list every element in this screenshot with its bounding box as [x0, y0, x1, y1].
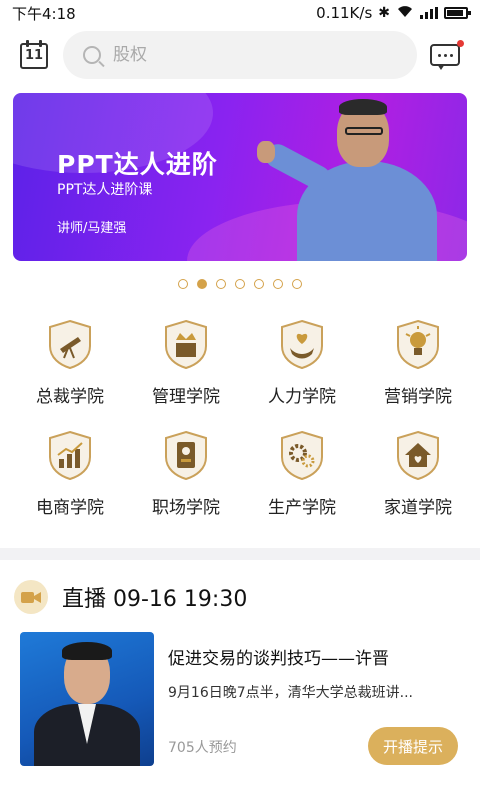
top-header: 11 [0, 30, 480, 82]
remind-button[interactable]: 开播提示 [368, 727, 458, 765]
signal-icon [420, 7, 438, 19]
course-thumbnail [20, 632, 154, 766]
category-label: 营销学院 [384, 387, 452, 407]
course-title: 促进交易的谈判技巧——许晋 [168, 649, 389, 669]
subscriber-count: 705人预约 [168, 740, 237, 756]
search-input[interactable] [113, 45, 373, 65]
carousel-indicator [0, 279, 480, 289]
calendar-button[interactable]: 11 [20, 40, 50, 70]
banner-title: PPT达人进阶 [57, 150, 218, 179]
live-course-card[interactable]: 促进交易的谈判技巧——许晋 9月16日晚7点半，清华大学总裁班讲... 705人… [20, 632, 466, 768]
search-bar[interactable] [63, 31, 417, 79]
category-item[interactable]: 总裁学院 [12, 318, 128, 407]
status-bar: 下午4:18 0.11K/s ✱ [0, 0, 480, 26]
unread-badge [457, 40, 464, 47]
category-item[interactable]: 家道学院 [360, 429, 476, 518]
category-label: 职场学院 [152, 498, 220, 518]
carousel-dot[interactable] [235, 279, 245, 289]
wifi-icon [396, 4, 414, 22]
carousel-dot[interactable] [197, 279, 207, 289]
heart-hands-icon [276, 318, 328, 370]
category-label: 家道学院 [384, 498, 452, 518]
telescope-icon [44, 318, 96, 370]
carousel-dot[interactable] [273, 279, 283, 289]
carousel-dot[interactable] [216, 279, 226, 289]
search-icon [83, 46, 101, 64]
network-speed: 0.11K/s [316, 4, 373, 22]
battery-icon [444, 7, 471, 19]
id-badge-icon [160, 429, 212, 481]
message-icon [430, 44, 460, 66]
category-label: 管理学院 [152, 387, 220, 407]
carousel-dot[interactable] [254, 279, 264, 289]
category-grid: 总裁学院 管理学院 人力学院 营销学院 电商学院 职场学院 生产学院 家道学院 [0, 318, 480, 518]
category-label: 人力学院 [268, 387, 336, 407]
category-label: 总裁学院 [36, 387, 104, 407]
calendar-icon: 11 [20, 43, 48, 69]
lightbulb-icon [392, 318, 444, 370]
category-item[interactable]: 营销学院 [360, 318, 476, 407]
category-item[interactable]: 管理学院 [128, 318, 244, 407]
promo-banner[interactable]: PPT达人进阶 PPT达人进阶课 讲师/马建强 [13, 93, 467, 261]
status-time: 下午4:18 [12, 4, 76, 23]
lecturer-photo [257, 99, 437, 261]
messages-button[interactable] [430, 40, 464, 70]
category-item[interactable]: 电商学院 [12, 429, 128, 518]
bluetooth-icon: ✱ [378, 5, 390, 21]
live-heading: 直播 09-16 19:30 [62, 587, 248, 612]
section-divider [0, 548, 480, 560]
category-label: 生产学院 [268, 498, 336, 518]
category-item[interactable]: 人力学院 [244, 318, 360, 407]
status-icons: 0.11K/s ✱ [316, 4, 471, 22]
video-camera-icon [14, 580, 48, 614]
live-section-header: 直播 09-16 19:30 [14, 580, 247, 614]
banner-lecturer: 讲师/马建强 [57, 221, 127, 236]
category-item[interactable]: 职场学院 [128, 429, 244, 518]
course-description: 9月16日晚7点半，清华大学总裁班讲... [168, 685, 413, 701]
house-heart-icon [392, 429, 444, 481]
banner-subtitle: PPT达人进阶课 [57, 182, 153, 198]
carousel-dot[interactable] [292, 279, 302, 289]
crown-icon [160, 318, 212, 370]
category-label: 电商学院 [36, 498, 104, 518]
growth-chart-icon [44, 429, 96, 481]
gears-icon [276, 429, 328, 481]
carousel-dot[interactable] [178, 279, 188, 289]
category-item[interactable]: 生产学院 [244, 429, 360, 518]
